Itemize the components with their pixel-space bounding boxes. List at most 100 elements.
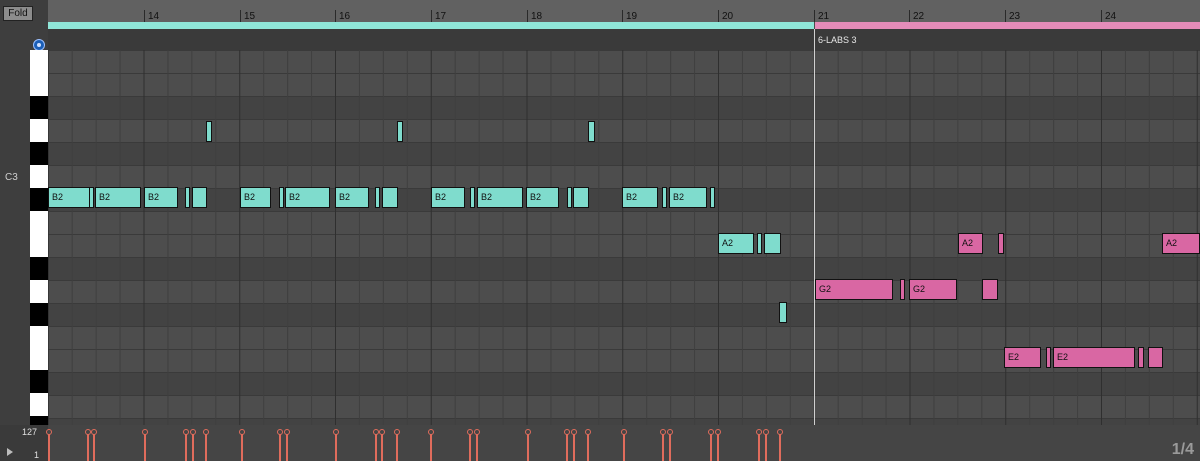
velocity-stem[interactable] (279, 433, 281, 461)
loop-region-teal[interactable] (48, 22, 814, 29)
note-b2[interactable] (470, 187, 475, 208)
velocity-marker[interactable] (763, 429, 769, 435)
note-g2[interactable] (900, 279, 905, 300)
timeline-ruler[interactable]: 14 15 16 17 18 19 20 21 22 23 24 (48, 0, 1200, 22)
note-e2[interactable] (1148, 347, 1163, 368)
note-upper[interactable] (588, 121, 595, 142)
velocity-stem[interactable] (717, 433, 719, 461)
loop-region-pink[interactable] (815, 22, 1200, 29)
velocity-stem[interactable] (93, 433, 95, 461)
velocity-marker[interactable] (660, 429, 666, 435)
note-b2[interactable] (710, 187, 715, 208)
velocity-lane[interactable] (46, 425, 1200, 461)
velocity-stem[interactable] (765, 433, 767, 461)
velocity-stem[interactable] (286, 433, 288, 461)
velocity-marker[interactable] (667, 429, 673, 435)
velocity-stem[interactable] (779, 433, 781, 461)
note-b2[interactable] (89, 187, 94, 208)
note-b2[interactable]: B2 (622, 187, 658, 208)
velocity-stem[interactable] (662, 433, 664, 461)
velocity-stem[interactable] (758, 433, 760, 461)
velocity-stem[interactable] (185, 433, 187, 461)
note-grid[interactable] (48, 50, 1200, 425)
grid-fraction[interactable]: 1/4 (1172, 441, 1194, 459)
velocity-stem[interactable] (381, 433, 383, 461)
velocity-marker[interactable] (183, 429, 189, 435)
note-a2[interactable] (998, 233, 1004, 254)
note-b2[interactable]: B2 (669, 187, 707, 208)
velocity-marker[interactable] (142, 429, 148, 435)
velocity-stem[interactable] (375, 433, 377, 461)
note-b2[interactable]: B2 (240, 187, 271, 208)
velocity-marker[interactable] (394, 429, 400, 435)
black-key[interactable] (30, 303, 48, 326)
velocity-marker[interactable] (239, 429, 245, 435)
velocity-marker[interactable] (379, 429, 385, 435)
note-b2[interactable] (375, 187, 380, 208)
velocity-stem[interactable] (430, 433, 432, 461)
note-e2[interactable] (1046, 347, 1051, 368)
note-b2[interactable]: B2 (144, 187, 178, 208)
note-b2[interactable]: B2 (285, 187, 330, 208)
note-b2[interactable]: B2 (95, 187, 141, 208)
velocity-stem[interactable] (566, 433, 568, 461)
note-a2[interactable] (764, 233, 781, 254)
play-icon[interactable] (7, 448, 13, 456)
velocity-marker[interactable] (564, 429, 570, 435)
velocity-stem[interactable] (205, 433, 207, 461)
note-b2[interactable] (662, 187, 667, 208)
note-a2[interactable]: A2 (1162, 233, 1200, 254)
black-key[interactable] (30, 416, 48, 425)
note-b2[interactable] (185, 187, 190, 208)
note-b2[interactable] (279, 187, 284, 208)
velocity-marker[interactable] (777, 429, 783, 435)
black-key[interactable] (30, 142, 48, 165)
note-b2[interactable] (382, 187, 398, 208)
velocity-stem[interactable] (241, 433, 243, 461)
velocity-marker[interactable] (715, 429, 721, 435)
black-key[interactable] (30, 370, 48, 393)
note-a2[interactable] (757, 233, 762, 254)
note-upper[interactable] (397, 121, 403, 142)
velocity-marker[interactable] (525, 429, 531, 435)
velocity-stem[interactable] (669, 433, 671, 461)
note-b2[interactable] (192, 187, 207, 208)
note-g2[interactable]: G2 (815, 279, 893, 300)
note-a2[interactable]: A2 (958, 233, 983, 254)
velocity-marker[interactable] (428, 429, 434, 435)
velocity-marker[interactable] (467, 429, 473, 435)
note-e2[interactable] (1138, 347, 1144, 368)
velocity-stem[interactable] (396, 433, 398, 461)
velocity-stem[interactable] (192, 433, 194, 461)
velocity-stem[interactable] (469, 433, 471, 461)
black-key[interactable] (30, 188, 48, 211)
velocity-marker[interactable] (190, 429, 196, 435)
playhead[interactable] (814, 29, 815, 461)
velocity-marker[interactable] (585, 429, 591, 435)
velocity-marker[interactable] (91, 429, 97, 435)
velocity-stem[interactable] (335, 433, 337, 461)
note-b2[interactable] (573, 187, 589, 208)
velocity-marker[interactable] (621, 429, 627, 435)
note-e2[interactable]: E2 (1053, 347, 1135, 368)
velocity-stem[interactable] (476, 433, 478, 461)
velocity-marker[interactable] (284, 429, 290, 435)
velocity-marker[interactable] (203, 429, 209, 435)
note-upper[interactable] (206, 121, 212, 142)
velocity-marker[interactable] (571, 429, 577, 435)
note-b2[interactable]: B2 (48, 187, 91, 208)
velocity-stem[interactable] (587, 433, 589, 461)
velocity-marker[interactable] (708, 429, 714, 435)
fold-button[interactable]: Fold (3, 6, 33, 21)
velocity-marker[interactable] (277, 429, 283, 435)
note-b2[interactable] (567, 187, 572, 208)
velocity-stem[interactable] (527, 433, 529, 461)
note-b2[interactable]: B2 (526, 187, 559, 208)
note-b2[interactable]: B2 (335, 187, 369, 208)
note-a2[interactable]: A2 (718, 233, 754, 254)
black-key[interactable] (30, 96, 48, 119)
black-key[interactable] (30, 257, 48, 280)
note-e2[interactable]: E2 (1004, 347, 1041, 368)
note-g2[interactable]: G2 (909, 279, 957, 300)
velocity-stem[interactable] (144, 433, 146, 461)
